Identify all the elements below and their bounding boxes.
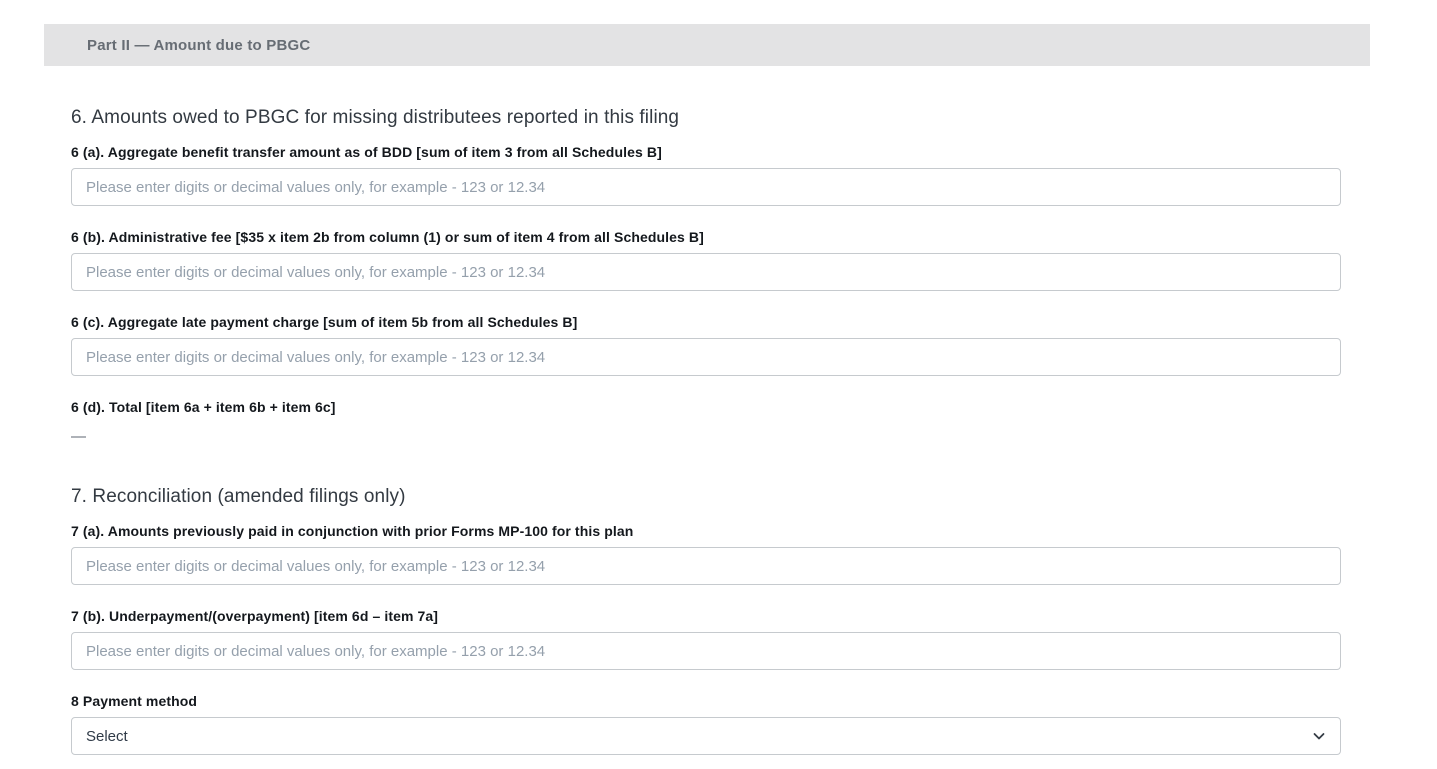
- field-6a-label: 6 (a). Aggregate benefit transfer amount…: [71, 144, 1341, 160]
- field-6c-label: 6 (c). Aggregate late payment charge [su…: [71, 314, 1341, 330]
- field-7a-input[interactable]: [71, 547, 1341, 585]
- field-6c-input[interactable]: [71, 338, 1341, 376]
- chevron-down-icon: [1310, 727, 1328, 745]
- field-6d: 6 (d). Total [item 6a + item 6b + item 6…: [71, 399, 1341, 445]
- field-7a-label: 7 (a). Amounts previously paid in conjun…: [71, 523, 1341, 539]
- field-8-payment-method: 8 Payment method Select: [71, 693, 1341, 755]
- field-6b: 6 (b). Administrative fee [$35 x item 2b…: [71, 229, 1341, 291]
- part-header-band: Part II — Amount due to PBGC: [44, 24, 1370, 66]
- field-6b-label: 6 (b). Administrative fee [$35 x item 2b…: [71, 229, 1341, 245]
- section-7-heading: 7. Reconciliation (amended filings only): [71, 486, 1341, 508]
- section-6-heading: 6. Amounts owed to PBGC for missing dist…: [71, 107, 1341, 129]
- part-header-title: Part II — Amount due to PBGC: [87, 37, 310, 54]
- field-6b-input[interactable]: [71, 253, 1341, 291]
- field-6d-total-value: —: [71, 428, 1341, 445]
- field-7b-label: 7 (b). Underpayment/(overpayment) [item …: [71, 608, 1341, 624]
- field-7b-input[interactable]: [71, 632, 1341, 670]
- form-page: Part II — Amount due to PBGC 6. Amounts …: [0, 0, 1437, 769]
- field-7a: 7 (a). Amounts previously paid in conjun…: [71, 523, 1341, 585]
- field-7b: 7 (b). Underpayment/(overpayment) [item …: [71, 608, 1341, 670]
- payment-method-selected-value: Select: [86, 728, 128, 745]
- field-6a: 6 (a). Aggregate benefit transfer amount…: [71, 144, 1341, 206]
- field-6c: 6 (c). Aggregate late payment charge [su…: [71, 314, 1341, 376]
- field-6a-input[interactable]: [71, 168, 1341, 206]
- field-6d-label: 6 (d). Total [item 6a + item 6b + item 6…: [71, 399, 1341, 415]
- form-content: 6. Amounts owed to PBGC for missing dist…: [71, 107, 1341, 755]
- payment-method-select[interactable]: Select: [71, 717, 1341, 755]
- field-8-label: 8 Payment method: [71, 693, 1341, 709]
